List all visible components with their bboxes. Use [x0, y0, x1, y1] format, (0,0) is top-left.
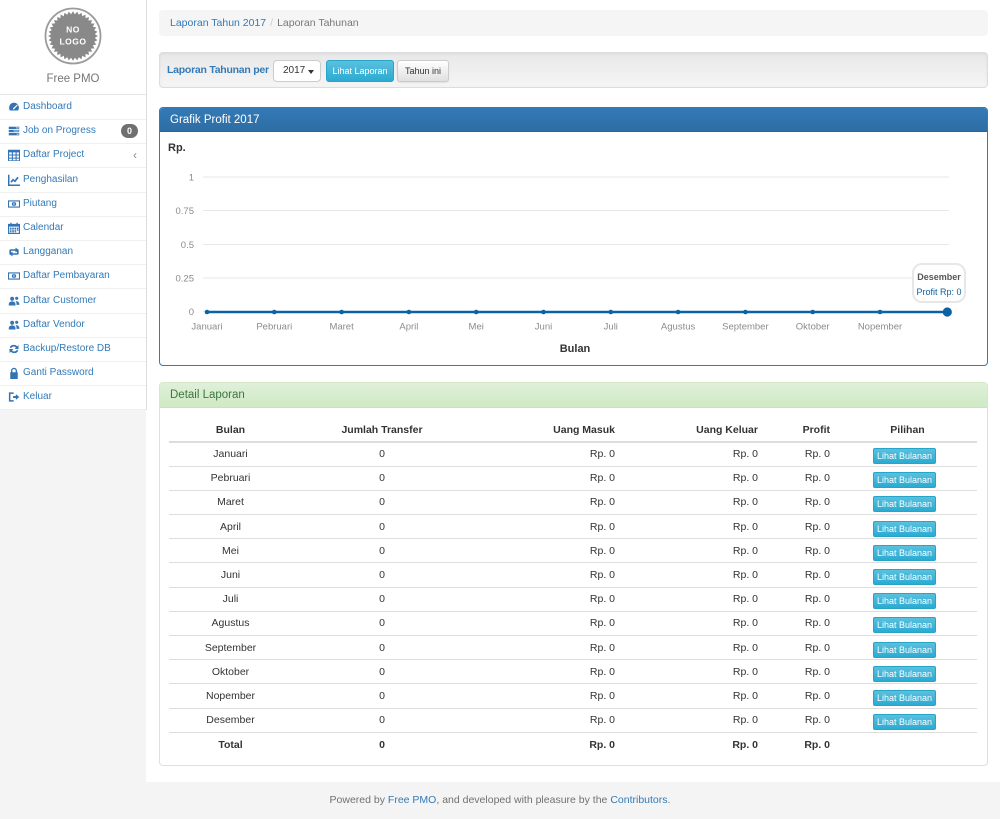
- svg-text:0: 0: [189, 307, 194, 318]
- svg-text:0.5: 0.5: [181, 240, 194, 251]
- svg-text:Nopember: Nopember: [858, 322, 902, 333]
- svg-text:1: 1: [189, 173, 194, 184]
- svg-text:April: April: [399, 322, 418, 333]
- svg-text:0.75: 0.75: [176, 206, 195, 217]
- svg-text:Rp.: Rp.: [168, 142, 186, 154]
- svg-text:0.25: 0.25: [176, 274, 195, 285]
- svg-text:LOGO: LOGO: [59, 37, 86, 47]
- svg-text:September: September: [722, 322, 768, 333]
- svg-text:Pebruari: Pebruari: [256, 322, 292, 333]
- svg-text:NO: NO: [66, 25, 80, 35]
- svg-text:Januari: Januari: [191, 322, 222, 333]
- svg-text:Juni: Juni: [535, 322, 552, 333]
- svg-text:Agustus: Agustus: [661, 322, 696, 333]
- svg-text:Maret: Maret: [329, 322, 354, 333]
- svg-text:Mei: Mei: [469, 322, 484, 333]
- svg-text:Bulan: Bulan: [560, 343, 591, 355]
- svg-text:Oktober: Oktober: [796, 322, 830, 333]
- svg-text:Juli: Juli: [604, 322, 618, 333]
